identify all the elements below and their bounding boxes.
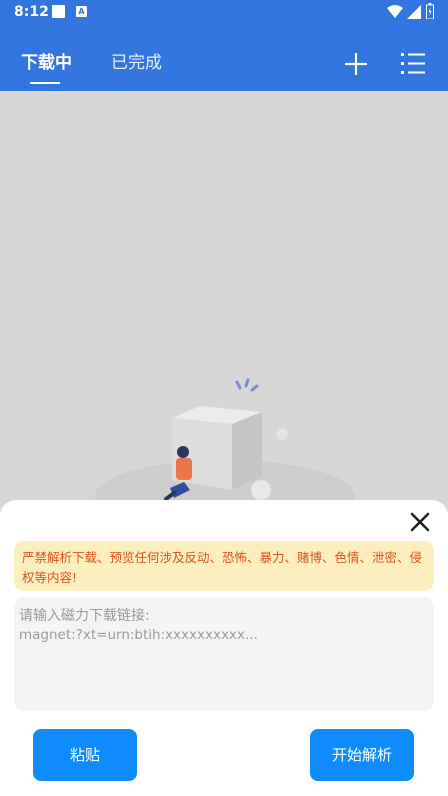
app-header: 8:12 A 下载中 已完成 — [0, 0, 448, 91]
tab-downloading[interactable]: 下载中 — [21, 48, 72, 73]
square-icon — [52, 5, 65, 18]
paste-button[interactable]: 粘贴 — [33, 729, 137, 781]
magnet-link-input[interactable]: 请输入磁力下载链接: magnet:?xt=urn:btih:xxxxxxxxx… — [14, 597, 434, 711]
wifi-icon — [387, 5, 403, 18]
input-placeholder-line2: magnet:?xt=urn:btih:xxxxxxxxxx... — [19, 627, 258, 643]
input-placeholder-line1: 请输入磁力下载链接: — [19, 608, 150, 624]
list-menu-icon[interactable] — [400, 51, 426, 75]
status-time: 8:12 — [14, 4, 49, 20]
a-icon: A — [76, 6, 87, 17]
plus-icon[interactable] — [344, 52, 368, 76]
warning-notice: 严禁解析下载、预览任何涉及反动、恐怖、暴力、赌博、色情、泄密、侵权等内容! — [14, 541, 434, 591]
active-tab-indicator — [30, 82, 60, 84]
tab-completed[interactable]: 已完成 — [111, 48, 162, 73]
empty-box-illustration — [95, 378, 355, 503]
close-icon[interactable] — [408, 510, 432, 534]
start-parse-button[interactable]: 开始解析 — [310, 729, 414, 781]
signal-icon — [407, 5, 421, 19]
battery-icon — [426, 3, 434, 19]
status-bar: 8:12 A — [0, 0, 448, 26]
